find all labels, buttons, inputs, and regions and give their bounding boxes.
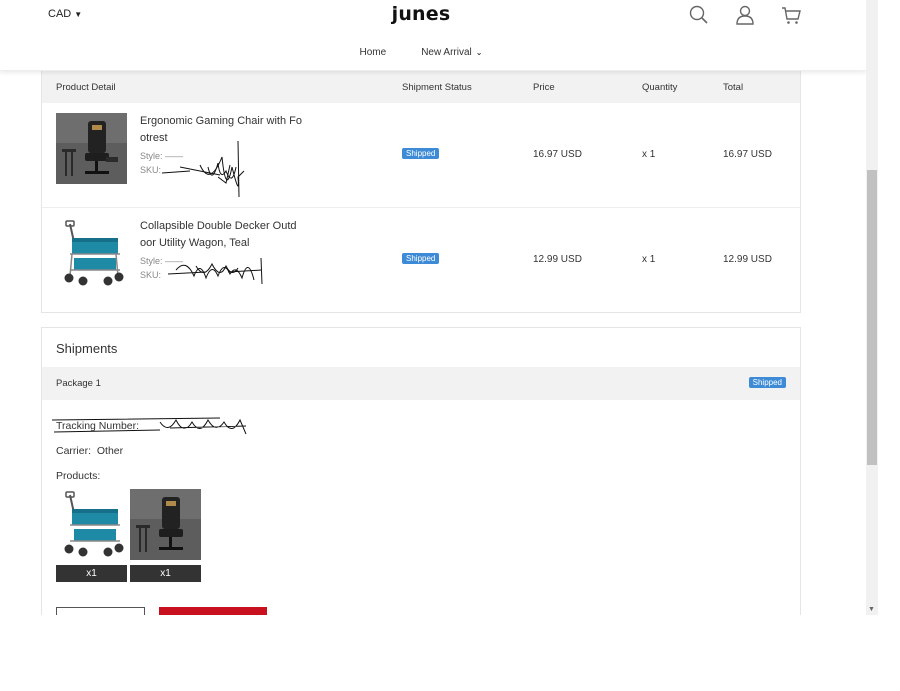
- site-logo[interactable]: junes: [0, 3, 842, 25]
- product-image-wagon: [56, 489, 127, 560]
- product-image-chair: [130, 489, 201, 560]
- price-value: 16.97 USD: [533, 149, 582, 160]
- scroll-down-icon[interactable]: ▼: [868, 606, 875, 613]
- product-qty: x1: [56, 565, 127, 582]
- status-badge: Shipped: [402, 148, 440, 159]
- table-row: Ergonomic Gaming Chair with Fo otrest St…: [42, 103, 800, 208]
- table-row: Collapsible Double Decker Outd oor Utili…: [42, 208, 800, 313]
- product-name-line2: oor Utility Wagon, Teal: [140, 237, 250, 249]
- page-scrollbar[interactable]: ▼: [866, 0, 878, 615]
- col-price: Price: [533, 82, 555, 93]
- redaction-scribble: [161, 140, 245, 198]
- price-value: 12.99 USD: [533, 254, 582, 265]
- quantity-value: x 1: [642, 149, 656, 160]
- total-value: 16.97 USD: [723, 149, 772, 160]
- nav-home-label: Home: [359, 47, 387, 58]
- sku-label: SKU:: [140, 165, 162, 175]
- shipments-panel: Shipments Package 1 Shipped Tracking Num…: [41, 327, 801, 615]
- product-name[interactable]: Collapsible Double Decker Outd oor Utili…: [140, 218, 330, 252]
- product-name-line1: Collapsible Double Decker Outd: [140, 220, 297, 232]
- status-badge: Shipped: [748, 377, 786, 388]
- user-icon[interactable]: [734, 4, 756, 26]
- carrier-label: Carrier:: [56, 445, 92, 457]
- cart-icon[interactable]: [780, 4, 802, 26]
- product-qty: x1: [130, 565, 201, 582]
- table-header: Product Detail Shipment Status Price Qua…: [42, 71, 800, 103]
- product-image-wagon[interactable]: [56, 218, 127, 289]
- product-name-line1: Ergonomic Gaming Chair with Fo: [140, 115, 303, 127]
- product-sku: SKU:: [140, 268, 161, 283]
- shipment-product-chair[interactable]: x1: [130, 489, 201, 582]
- order-items-table: Product Detail Shipment Status Price Qua…: [41, 71, 801, 313]
- main-nav: Home New Arrival ⌄: [0, 47, 842, 58]
- col-total: Total: [723, 82, 744, 93]
- col-product-detail: Product Detail: [56, 82, 116, 93]
- redaction-scribble: [167, 257, 263, 285]
- page-viewport: CAD ▼ junes Home New Arrival ⌄ Product D…: [0, 0, 866, 615]
- package-label: Package 1: [56, 378, 101, 389]
- carrier-value: Other: [96, 445, 124, 457]
- shipment-product-wagon[interactable]: x1: [56, 489, 127, 582]
- nav-new-arrival-label: New Arrival: [421, 47, 472, 58]
- product-sku: SKU:: [140, 163, 161, 178]
- nav-new-arrival[interactable]: New Arrival ⌄: [421, 47, 482, 58]
- shipments-title: Shipments: [56, 341, 118, 356]
- carrier-info: Carrier: Other: [56, 445, 123, 457]
- total-value: 12.99 USD: [723, 254, 772, 265]
- chevron-down-icon: ⌄: [475, 48, 483, 57]
- search-icon[interactable]: [688, 4, 710, 26]
- package-header: Package 1 Shipped: [42, 367, 800, 400]
- scrollbar-thumb[interactable]: [867, 170, 877, 465]
- product-image-chair[interactable]: [56, 113, 127, 184]
- products-label: Products:: [56, 470, 101, 482]
- sku-label: SKU:: [140, 270, 162, 280]
- nav-home[interactable]: Home: [360, 47, 387, 58]
- quantity-value: x 1: [642, 254, 656, 265]
- redaction-scribble: [51, 417, 247, 435]
- col-shipment-status: Shipment Status: [402, 82, 472, 93]
- col-quantity: Quantity: [642, 82, 678, 93]
- primary-button[interactable]: [159, 607, 267, 615]
- status-badge: Shipped: [402, 253, 440, 264]
- site-header: CAD ▼ junes Home New Arrival ⌄: [0, 0, 866, 71]
- secondary-button[interactable]: [56, 607, 145, 615]
